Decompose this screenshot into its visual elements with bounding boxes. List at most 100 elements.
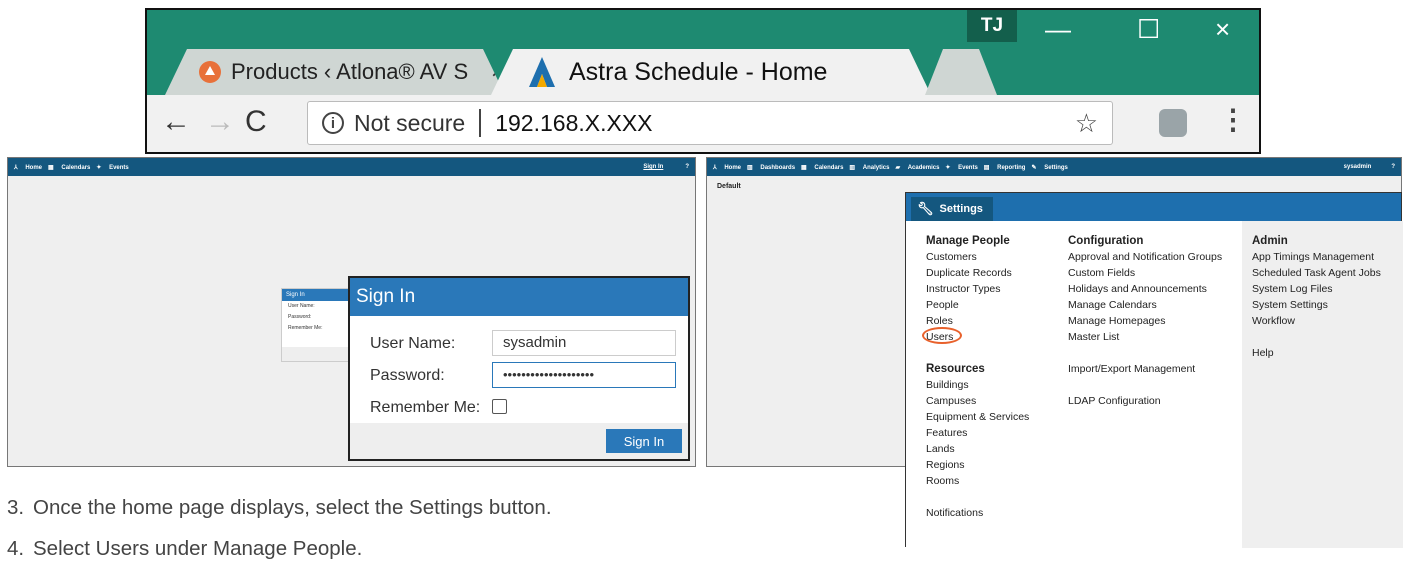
menu-item-lands[interactable]: Lands [926, 441, 1029, 457]
back-arrow-icon[interactable]: ← [161, 105, 191, 139]
signin-button[interactable]: Sign In [606, 429, 682, 453]
signin-link[interactable]: Sign In [643, 164, 663, 170]
left-app-navbar: ⅄ Home ▦ Calendars ✦ Events Sign In ? [8, 158, 695, 176]
user-menu[interactable]: sysadmin [1344, 164, 1372, 170]
username-input[interactable]: sysadmin [492, 330, 676, 356]
address-divider [479, 109, 482, 137]
nav-calendars[interactable]: ▦ Calendars [801, 164, 843, 171]
browser-toolbar: ← → C i Not secure 192.168.X.XXX ☆ ⋮ [147, 95, 1259, 152]
nav-calendars[interactable]: ▦ Calendars [48, 164, 90, 171]
step-text: Select Users under Manage People. [33, 537, 363, 560]
wrench-icon: 🔧︎ [917, 201, 934, 216]
menu-item-system-settings[interactable]: System Settings [1252, 297, 1381, 313]
settings-title: Settings [939, 203, 983, 215]
browser-window: TJ — ☐ × Products ‹ Atlona® AV S × Astra… [145, 8, 1261, 154]
menu-item-buildings[interactable]: Buildings [926, 377, 1029, 393]
menu-item-campuses[interactable]: Campuses [926, 393, 1029, 409]
profile-badge[interactable]: TJ [967, 10, 1017, 42]
tab-label: Astra Schedule - Home [569, 57, 828, 86]
menu-item-instructor-types[interactable]: Instructor Types [926, 281, 1029, 297]
menu-item-master-list[interactable]: Master List [1068, 329, 1222, 345]
password-label: Password: [370, 367, 445, 384]
minimize-icon[interactable]: — [1045, 14, 1071, 45]
menu-item-approval-groups[interactable]: Approval and Notification Groups [1068, 249, 1222, 265]
step-text: Once the home page displays, select the … [33, 496, 552, 519]
menu-item-regions[interactable]: Regions [926, 457, 1029, 473]
menu-item-import-export[interactable]: Import/Export Management [1068, 361, 1222, 377]
menu-item-rooms[interactable]: Rooms [926, 473, 1029, 489]
step-number: 3. [7, 496, 25, 519]
nav-events[interactable]: ✦ Events [945, 164, 977, 171]
menu-item-app-timings[interactable]: App Timings Management [1252, 249, 1381, 265]
tab-label: Products ‹ Atlona® AV S [231, 59, 469, 84]
menu-item-manage-homepages[interactable]: Manage Homepages [1068, 313, 1222, 329]
instruction-step-3: 3. Once the home page displays, select th… [7, 496, 552, 520]
menu-item-features[interactable]: Features [926, 425, 1029, 441]
menu-item-customers[interactable]: Customers [926, 249, 1029, 265]
info-icon[interactable]: i [322, 112, 344, 134]
close-window-icon[interactable]: × [1215, 14, 1230, 45]
nav-settings[interactable]: ✎ Settings [1031, 164, 1067, 171]
username-label: User Name: [370, 335, 456, 352]
astra-icon [529, 57, 555, 87]
nav-dashboards[interactable]: ▥ Dashboards [747, 164, 795, 171]
reload-icon[interactable]: C [245, 105, 267, 139]
menu-item-workflow[interactable]: Workflow [1252, 313, 1381, 329]
atlona-icon [199, 61, 221, 83]
menu-item-duplicate-records[interactable]: Duplicate Records [926, 265, 1029, 281]
configuration-heading: Configuration [1068, 235, 1144, 247]
admin-heading: Admin [1252, 235, 1288, 247]
menu-item-custom-fields[interactable]: Custom Fields [1068, 265, 1222, 281]
default-label: Default [717, 183, 741, 190]
menu-item-system-log[interactable]: System Log Files [1252, 281, 1381, 297]
signin-dialog: Sign In User Name: sysadmin Password: ••… [348, 276, 690, 461]
remember-me-checkbox[interactable] [492, 399, 507, 414]
menu-item-users-wrap: Users [922, 327, 962, 345]
nav-reporting[interactable]: ▤ Reporting [984, 164, 1026, 171]
settings-header: 🔧︎ Settings [906, 193, 1401, 221]
password-input[interactable]: •••••••••••••••••••• [492, 362, 676, 388]
settings-column-people: Manage People Customers Duplicate Record… [922, 233, 1029, 521]
step-number: 4. [7, 537, 25, 560]
signin-dialog-title: Sign In [350, 278, 688, 316]
menu-item-manage-calendars[interactable]: Manage Calendars [1068, 297, 1222, 313]
instruction-step-4: 4. Select Users under Manage People. [7, 537, 362, 561]
url-text[interactable]: 192.168.X.XXX [495, 110, 652, 137]
nav-events[interactable]: ✦ Events [96, 164, 128, 171]
help-icon[interactable]: ? [685, 164, 689, 170]
nav-analytics[interactable]: ▥ Analytics [849, 164, 889, 171]
menu-item-equipment[interactable]: Equipment & Services [926, 409, 1029, 425]
resources-heading: Resources [926, 363, 985, 375]
new-tab-button[interactable] [925, 49, 997, 95]
users-highlight-circle [922, 327, 962, 344]
help-icon[interactable]: ? [1391, 164, 1395, 170]
menu-item-notifications[interactable]: Notifications [926, 505, 1029, 521]
signin-screenshot: ⅄ Home ▦ Calendars ✦ Events Sign In ? Si… [7, 157, 696, 467]
nav-academics[interactable]: ▰ Academics [895, 164, 939, 171]
address-bar[interactable]: i Not secure 192.168.X.XXX ☆ [307, 101, 1113, 145]
extension-icon[interactable] [1159, 109, 1187, 137]
profile-initials: TJ [980, 15, 1004, 36]
nav-home[interactable]: ⅄ Home [14, 164, 42, 171]
menu-item-help[interactable]: Help [1252, 345, 1381, 361]
security-status: Not secure [354, 109, 466, 136]
bookmark-star-icon[interactable]: ☆ [1075, 108, 1098, 139]
signin-dialog-footer: Sign In [350, 423, 688, 459]
right-app-navbar: ⅄ Home ▥ Dashboards ▦ Calendars ▥ Analyt… [707, 158, 1401, 176]
menu-item-people[interactable]: People [926, 297, 1029, 313]
nav-home[interactable]: ⅄ Home [713, 164, 741, 171]
forward-arrow-icon[interactable]: → [205, 105, 235, 139]
settings-menu-panel: 🔧︎ Settings Manage People Customers Dupl… [905, 192, 1403, 548]
menu-item-scheduled-tasks[interactable]: Scheduled Task Agent Jobs [1252, 265, 1381, 281]
tab-astra-schedule[interactable]: Astra Schedule - Home [491, 49, 931, 95]
kebab-menu-icon[interactable]: ⋮ [1219, 103, 1247, 136]
tab-products-atlona[interactable]: Products ‹ Atlona® AV S × [165, 49, 505, 95]
manage-people-heading: Manage People [926, 235, 1010, 247]
settings-tab[interactable]: 🔧︎ Settings [911, 197, 993, 221]
settings-column-admin: Admin App Timings Management Scheduled T… [1252, 233, 1381, 361]
maximize-icon[interactable]: ☐ [1137, 14, 1160, 45]
remember-me-label: Remember Me: [370, 399, 481, 416]
menu-item-holidays[interactable]: Holidays and Announcements [1068, 281, 1222, 297]
menu-item-ldap[interactable]: LDAP Configuration [1068, 393, 1222, 409]
settings-column-configuration: Configuration Approval and Notification … [1068, 233, 1222, 409]
